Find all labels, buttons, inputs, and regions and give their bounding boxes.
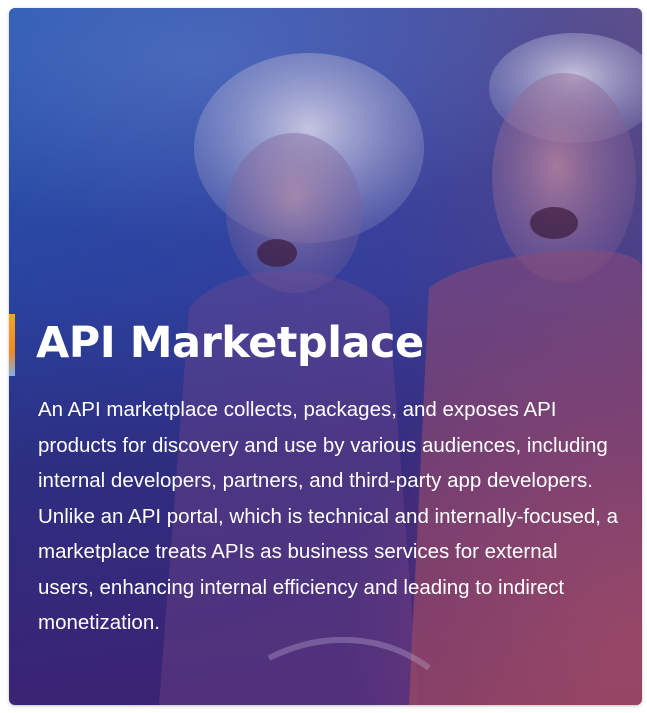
woman-face xyxy=(226,133,362,293)
woman-mouth xyxy=(257,239,297,267)
card-description: An API marketplace collects, packages, a… xyxy=(38,398,619,634)
title-accent-bar xyxy=(9,314,15,376)
card-title: API Marketplace xyxy=(36,318,424,368)
man-mouth xyxy=(530,207,578,239)
api-marketplace-card: API Marketplace An API marketplace colle… xyxy=(9,8,642,705)
